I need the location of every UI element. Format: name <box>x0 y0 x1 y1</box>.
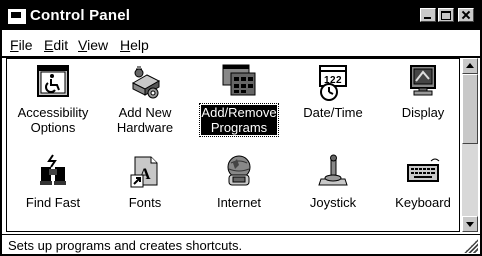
control-panel-icon[interactable] <box>8 9 26 24</box>
item-joystick[interactable]: Joystick <box>287 151 379 231</box>
scroll-down-button[interactable] <box>462 216 478 232</box>
scroll-up-button[interactable] <box>462 58 478 74</box>
keyboard-icon <box>407 158 440 182</box>
menu-file[interactable]: File <box>10 37 33 53</box>
item-label: Fonts <box>128 195 162 210</box>
menu-help[interactable]: Help <box>120 37 149 53</box>
datetime-icon: 1 2 2 <box>319 65 347 101</box>
minimize-button[interactable] <box>420 8 436 22</box>
item-label: Display <box>401 105 445 120</box>
close-button[interactable] <box>458 8 474 22</box>
menu-bar: File Edit View Help <box>2 32 480 56</box>
menu-edit[interactable]: Edit <box>44 37 68 53</box>
icon-view: Accessibility Options Add New Hardware A… <box>6 58 460 232</box>
accessibility-icon <box>37 65 69 97</box>
item-label: Find Fast <box>25 195 81 210</box>
vertical-scrollbar[interactable] <box>462 58 478 232</box>
resize-grip[interactable] <box>464 239 478 253</box>
item-label: Internet <box>216 195 262 210</box>
programs-icon <box>222 64 256 96</box>
control-panel-window: Control Panel File Edit View Help Access… <box>0 0 482 256</box>
item-find-fast[interactable]: Find Fast <box>7 151 99 231</box>
item-label: Joystick <box>309 195 357 210</box>
item-label: Add New Hardware <box>116 105 174 135</box>
window-title: Control Panel <box>30 7 131 24</box>
svg-text:2: 2 <box>336 75 342 86</box>
scroll-thumb[interactable] <box>462 74 478 144</box>
item-fonts[interactable]: A Fonts <box>99 151 191 231</box>
item-add-remove-programs[interactable]: Add/Remove Programs <box>193 61 285 141</box>
status-bar: Sets up programs and creates shortcuts. <box>2 234 480 255</box>
maximize-button[interactable] <box>438 8 454 22</box>
internet-icon <box>227 155 251 186</box>
item-keyboard[interactable]: Keyboard <box>377 151 469 231</box>
item-label: Accessibility Options <box>17 105 89 135</box>
item-internet[interactable]: Internet <box>193 151 285 231</box>
display-icon <box>410 65 436 96</box>
joystick-icon <box>318 154 348 186</box>
menu-view[interactable]: View <box>78 37 108 53</box>
item-label: Date/Time <box>303 105 363 120</box>
item-label: Keyboard <box>395 195 451 210</box>
binoculars-icon <box>40 154 66 185</box>
status-text: Sets up programs and creates shortcuts. <box>8 238 243 253</box>
hardware-icon <box>131 66 161 99</box>
item-add-new-hardware[interactable]: Add New Hardware <box>99 61 191 141</box>
title-bar[interactable]: Control Panel <box>2 2 480 30</box>
item-accessibility-options[interactable]: Accessibility Options <box>7 61 99 141</box>
item-label-selected: Add/Remove Programs <box>199 103 279 137</box>
item-display[interactable]: Display <box>377 61 469 141</box>
fonts-icon: A <box>130 156 158 188</box>
item-date-time[interactable]: 1 2 2 Date/Time <box>287 61 379 141</box>
